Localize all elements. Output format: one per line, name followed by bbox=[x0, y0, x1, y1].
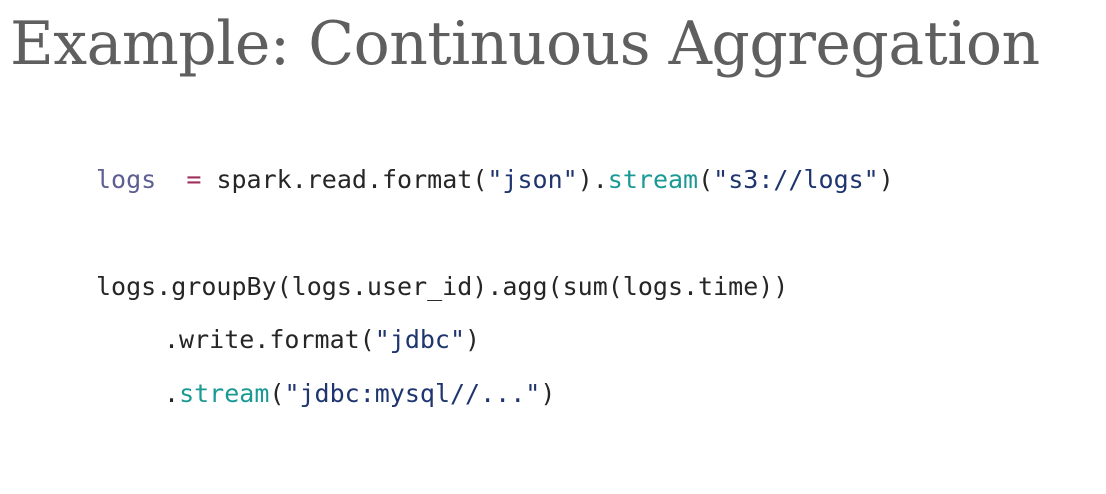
code-text: ( bbox=[698, 165, 714, 194]
code-text: .write.format( bbox=[164, 325, 375, 354]
code-line-3: .write.format("jdbc") bbox=[164, 324, 480, 356]
slide-title: Example: Continuous Aggregation bbox=[10, 9, 1040, 79]
code-text: ( bbox=[269, 379, 285, 408]
code-string: "s3://logs" bbox=[713, 165, 879, 194]
code-string: "json" bbox=[487, 165, 578, 194]
slide: Example: Continuous Aggregation logs = s… bbox=[0, 0, 1106, 494]
code-line-4: .stream("jdbc:mysql//...") bbox=[164, 378, 555, 410]
code-text: . bbox=[164, 379, 180, 408]
code-text: spark.read.format( bbox=[201, 165, 488, 194]
code-text: ) bbox=[540, 379, 556, 408]
code-text: ). bbox=[577, 165, 608, 194]
code-keyword: stream bbox=[607, 165, 699, 194]
code-string: "jdbc" bbox=[374, 325, 466, 354]
code-variable: logs bbox=[96, 165, 157, 194]
code-keyword: stream bbox=[179, 379, 270, 408]
code-text: ) bbox=[465, 325, 481, 354]
code-block: logs = spark.read.format("json").stream(… bbox=[0, 0, 894, 408]
code-line-1: logs = spark.read.format("json").stream(… bbox=[96, 164, 894, 196]
code-string: "jdbc:mysql//..." bbox=[284, 379, 541, 408]
code-operator: = bbox=[186, 165, 202, 194]
code-line-2: logs.groupBy(logs.user_id).agg(sum(logs.… bbox=[96, 271, 788, 303]
code-text: logs.groupBy(logs.user_id).agg(sum(logs.… bbox=[96, 272, 789, 301]
code-text: ) bbox=[878, 165, 894, 194]
